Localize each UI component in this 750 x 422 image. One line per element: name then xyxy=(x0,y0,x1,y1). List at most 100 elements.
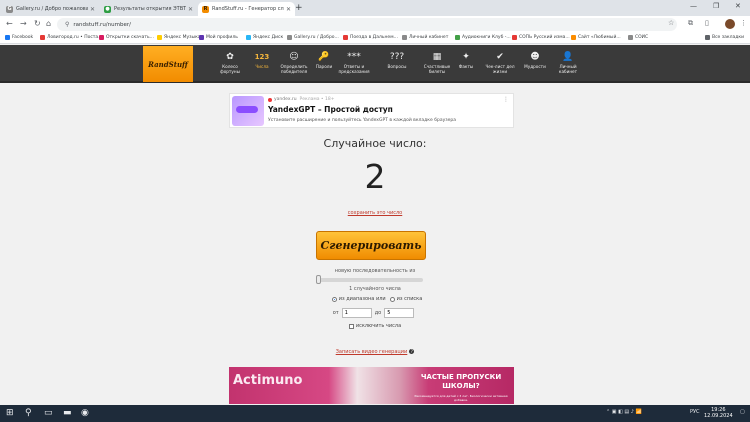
close-icon[interactable]: ✕ xyxy=(90,6,95,13)
new-tab-button[interactable]: + xyxy=(295,3,303,13)
clock[interactable]: 19:26 12.09.2024 xyxy=(704,407,733,419)
bookmark-item[interactable]: СОПЬ Русский изма... xyxy=(512,35,570,40)
exclude-row: исключить числа xyxy=(0,323,750,329)
address-bar[interactable]: ⚲ randstuff.ru/number/ xyxy=(57,18,677,31)
nav-answers[interactable]: *** Ответы и предсказания xyxy=(337,51,371,74)
bookmark-item[interactable]: Аудиокниги Клуб -... xyxy=(455,35,511,40)
slider-handle[interactable] xyxy=(316,275,321,284)
language-indicator[interactable]: РУС xyxy=(690,409,700,415)
bookmark-favicon-icon xyxy=(40,35,45,40)
tab-label: Gallery.ru / Добро пожаловать xyxy=(16,6,88,12)
yandex-ad-banner[interactable]: yandex.ru Реклама • 18+ YandexGPT – Прос… xyxy=(229,93,514,128)
search-icon[interactable]: ⚲ xyxy=(25,408,32,418)
nav-account[interactable]: 👤 Личный кабинет xyxy=(551,51,585,74)
sidebar-icon[interactable]: ▯ xyxy=(705,19,709,27)
site-logo[interactable]: RandStuff xyxy=(143,46,193,82)
bookmark-favicon-icon xyxy=(571,35,576,40)
range-radio[interactable] xyxy=(331,296,337,302)
facts-icon: ✦ xyxy=(462,52,470,62)
save-number-link[interactable]: сохранить это число xyxy=(0,210,750,216)
tab-results[interactable]: ● Результаты открытия ЭТВТМ ✕ xyxy=(100,2,197,16)
sequence-label: новую последовательность из xyxy=(334,268,416,274)
user-icon: 👤 xyxy=(562,52,574,62)
nav-facts[interactable]: ✦ Факты xyxy=(449,51,483,69)
bookmark-favicon-icon xyxy=(628,35,633,40)
tray-icons[interactable]: ⌃ ▣ ◧ ▤ ♪ 📶 xyxy=(606,409,642,415)
record-video-link[interactable]: Записать видео генерации? xyxy=(0,349,750,355)
from-input[interactable] xyxy=(341,308,372,318)
gallery-favicon-icon: G xyxy=(6,5,13,13)
ad-source: yandex.ru Реклама • 18+ xyxy=(268,97,335,102)
ad-fine-print: Рекомендуется для детей с 3 лет. Биологи… xyxy=(414,394,508,402)
file-explorer-icon[interactable]: ▬ xyxy=(63,408,72,418)
to-label: до xyxy=(374,310,382,316)
bookmark-item[interactable]: Мой профиль xyxy=(199,35,238,40)
to-input[interactable] xyxy=(384,308,415,318)
tab-randstuff[interactable]: R RandStuff.ru - Генератор случ... ✕ xyxy=(198,2,295,16)
bookmark-favicon-icon xyxy=(512,35,517,40)
ad-menu-icon[interactable]: ⋮ xyxy=(503,96,509,103)
browser-tab-strip: G Gallery.ru / Добро пожаловать ✕ ● Резу… xyxy=(0,0,750,16)
from-label: от xyxy=(332,310,339,316)
close-icon[interactable]: ✕ xyxy=(188,6,193,13)
range-option-label: из диапазона xyxy=(338,296,375,302)
nav-wisdom[interactable]: ☻ Мудрости xyxy=(518,51,552,69)
bookmark-item[interactable]: Gallery.ru / Добро... xyxy=(287,35,339,40)
tab-gallery[interactable]: G Gallery.ru / Добро пожаловать ✕ xyxy=(2,2,99,16)
minimize-icon[interactable]: — xyxy=(690,2,697,10)
bookmark-star-icon[interactable]: ☆ xyxy=(668,19,674,27)
window-close-icon[interactable]: ✕ xyxy=(735,2,741,10)
back-icon[interactable]: ← xyxy=(6,19,13,28)
bookmark-item[interactable]: Личный кабинет xyxy=(402,35,448,40)
bookmark-favicon-icon xyxy=(455,35,460,40)
list-radio[interactable] xyxy=(389,296,395,302)
nav-checklist[interactable]: ✔ Чек-лист дел жизни xyxy=(483,51,517,74)
winner-icon: ☺ xyxy=(289,52,299,62)
exclude-checkbox[interactable] xyxy=(348,323,354,329)
home-icon[interactable]: ⌂ xyxy=(46,19,51,28)
ad-text: Установите расширение и пользуйтесь Yand… xyxy=(268,118,457,123)
bookmark-item[interactable]: СОИС xyxy=(628,35,648,40)
bookmark-item[interactable]: Яндекс Музыка xyxy=(157,35,201,40)
yandex-icon xyxy=(268,97,272,102)
bookmark-item[interactable]: Сайт «Любимый... xyxy=(571,35,621,40)
ad-title: YandexGPT – Простой доступ xyxy=(268,105,393,114)
nav-passwords[interactable]: 🔑 Пароли xyxy=(307,51,341,69)
chrome-icon[interactable]: ◉ xyxy=(81,408,89,418)
actimuno-ad-banner[interactable]: Actimuno ЧАСТЫЕ ПРОПУСКИ ШКОЛЫ? Рекоменд… xyxy=(229,367,514,404)
all-bookmarks[interactable]: Все закладки xyxy=(705,35,744,40)
notifications-icon[interactable]: ▢ xyxy=(740,409,745,415)
tab-label: RandStuff.ru - Генератор случ... xyxy=(212,6,284,12)
nav-questions[interactable]: ??? Вопросы xyxy=(380,51,414,69)
windows-start-icon[interactable]: ⊞ xyxy=(6,408,14,418)
bookmark-item[interactable]: Поезда в Дальнем... xyxy=(343,35,398,40)
list-option-label: из списка xyxy=(396,296,423,302)
key-icon: 🔑 xyxy=(318,52,330,62)
bookmark-item[interactable]: Facebook xyxy=(5,35,33,40)
profile-avatar[interactable] xyxy=(725,19,735,29)
nav-numbers[interactable]: 123 Числа xyxy=(245,51,279,69)
bookmark-favicon-icon xyxy=(343,35,348,40)
task-view-icon[interactable]: ▭ xyxy=(44,408,53,418)
questions-icon: ??? xyxy=(389,52,405,62)
close-icon[interactable]: ✕ xyxy=(286,6,291,13)
help-icon[interactable]: ? xyxy=(409,349,415,354)
nav-wheel-of-fortune[interactable]: ✿ Колесо фортуны xyxy=(213,51,247,74)
tab-label: Результаты открытия ЭТВТМ xyxy=(114,6,186,12)
bookmark-favicon-icon xyxy=(99,35,104,40)
wheel-icon: ✿ xyxy=(226,52,234,62)
folder-icon xyxy=(705,35,710,40)
maximize-icon[interactable]: ❐ xyxy=(713,2,719,10)
bookmark-item[interactable]: Яндекс Диск xyxy=(246,35,283,40)
site-info-icon[interactable]: ⚲ xyxy=(65,21,69,28)
count-slider[interactable] xyxy=(316,275,423,284)
forward-icon[interactable]: → xyxy=(20,19,27,28)
bookmark-favicon-icon xyxy=(287,35,292,40)
generate-button[interactable]: Сгенерировать xyxy=(316,231,426,260)
menu-icon[interactable]: ⋮ xyxy=(740,19,747,27)
nav-winner[interactable]: ☺ Определить победителя xyxy=(277,51,311,74)
bookmark-item[interactable]: Ловигород.ru • Поста... xyxy=(40,35,102,40)
bookmark-item[interactable]: Открытки скачать... xyxy=(99,35,154,40)
reload-icon[interactable]: ↻ xyxy=(34,19,41,28)
extensions-icon[interactable]: ⧉ xyxy=(688,19,693,28)
